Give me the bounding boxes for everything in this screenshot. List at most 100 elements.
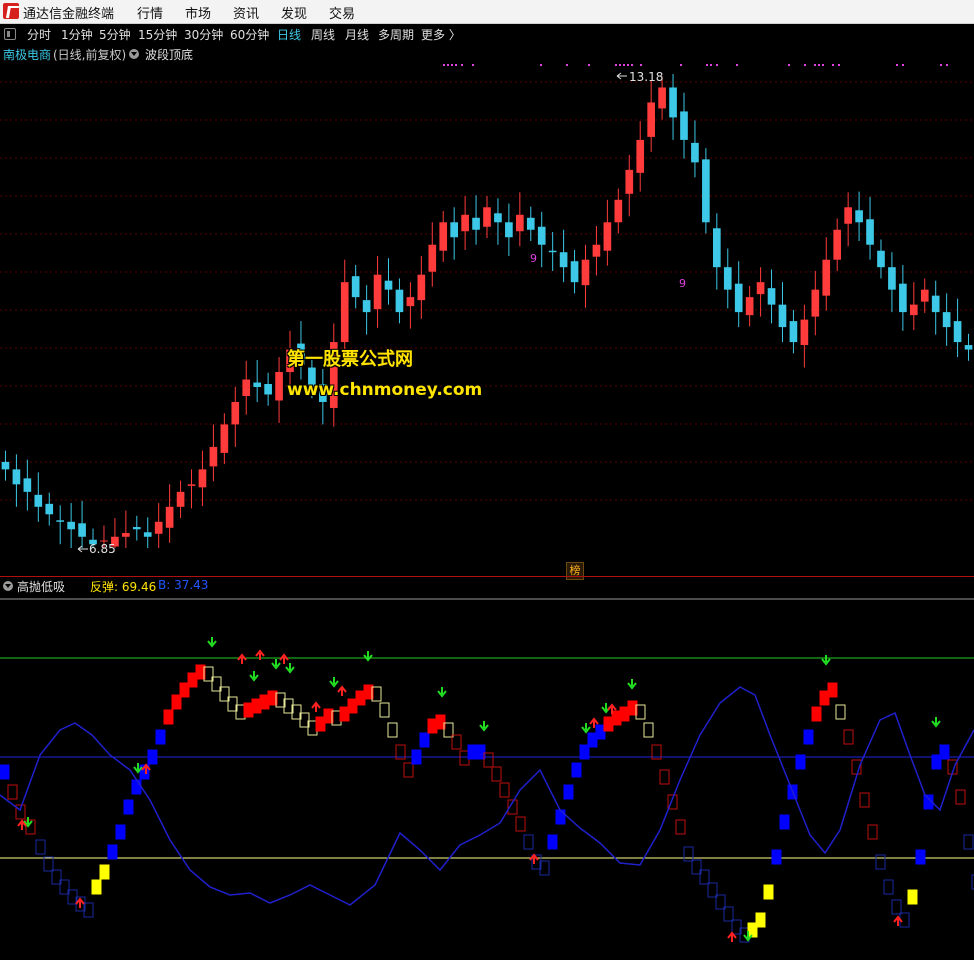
oscillator-block xyxy=(523,834,534,850)
candle-body xyxy=(143,532,152,537)
sell-arrow xyxy=(627,679,637,690)
candle-body xyxy=(505,222,513,238)
candle-body xyxy=(516,214,524,232)
oscillator-block xyxy=(843,729,854,745)
candle-body xyxy=(264,384,272,395)
oscillator-block xyxy=(163,709,174,725)
buy-arrow xyxy=(237,653,247,664)
candle-body xyxy=(220,424,229,453)
period-toolbar: 分时 1分钟 5分钟 15分钟 30分钟 60分钟 日线 周线 月线 多周期 更… xyxy=(0,24,974,44)
candle-body xyxy=(439,222,448,251)
candle-body xyxy=(789,321,798,343)
candle-body xyxy=(877,250,885,268)
candle-body xyxy=(384,280,393,290)
candle-body xyxy=(822,259,831,296)
candle-body xyxy=(800,319,809,346)
oscillator-block xyxy=(955,789,966,805)
oscillator-chart[interactable] xyxy=(0,595,974,960)
signal-dot xyxy=(902,64,904,66)
oscillator-block xyxy=(515,816,526,832)
candle-body xyxy=(647,102,655,137)
candle-body xyxy=(756,282,765,295)
main-indicator-name[interactable]: 波段顶底 xyxy=(145,46,193,63)
oscillator-block xyxy=(883,879,894,895)
period-daily[interactable]: 日线 xyxy=(277,26,301,43)
candle-body xyxy=(362,300,371,313)
oscillator-block xyxy=(115,824,126,840)
candle-body xyxy=(231,401,240,425)
candle-body xyxy=(909,304,918,316)
app-title: 通达信金融终端 xyxy=(23,7,115,22)
low-pointer xyxy=(77,545,88,553)
candle-body xyxy=(603,222,612,251)
legend-rebound: 反弹: 69.46 xyxy=(90,580,157,594)
signal-dot xyxy=(680,64,682,66)
candle-body xyxy=(899,283,907,313)
signal-dot xyxy=(716,64,718,66)
candle-body xyxy=(953,321,962,343)
candlestick-chart[interactable] xyxy=(0,62,974,577)
candle-body xyxy=(209,446,218,467)
oscillator-block xyxy=(939,744,950,760)
signal-dot xyxy=(566,64,568,66)
oscillator-block xyxy=(123,799,134,815)
adjust-mode: (日线,前复权) xyxy=(53,48,127,62)
period-1min[interactable]: 1分钟 xyxy=(61,26,93,43)
candle-body xyxy=(658,87,666,109)
period-tick[interactable]: 分时 xyxy=(27,26,51,43)
signal-dot xyxy=(443,64,445,66)
menu-quotes[interactable]: 行情 xyxy=(137,3,163,22)
oscillator-block xyxy=(779,814,790,830)
signal-dot xyxy=(623,64,625,66)
menu-market[interactable]: 市场 xyxy=(185,3,211,22)
candle-body xyxy=(931,295,940,313)
candle-body xyxy=(395,289,404,313)
menu-discover[interactable]: 发现 xyxy=(281,3,307,22)
oscillator-block xyxy=(0,764,10,780)
sell-arrow xyxy=(207,637,217,648)
stock-name[interactable]: 南极电商 xyxy=(3,46,51,63)
buy-arrow xyxy=(279,653,289,664)
oscillator-block xyxy=(7,784,18,800)
signal-dot xyxy=(447,64,449,66)
candle-body xyxy=(275,372,283,401)
sell-arrow xyxy=(931,717,941,728)
oscillator-block xyxy=(827,682,838,698)
candle-body xyxy=(472,217,480,230)
candle-body xyxy=(78,523,86,537)
menu-trade[interactable]: 交易 xyxy=(329,3,355,22)
oscillator-block xyxy=(963,834,974,850)
indicator-dropdown-icon[interactable] xyxy=(129,49,139,59)
candle-body xyxy=(132,527,141,530)
oscillator-block xyxy=(803,729,814,745)
oscillator-block xyxy=(387,722,398,738)
oscillator-block xyxy=(675,819,686,835)
signal-dot xyxy=(736,64,738,66)
sell-arrow xyxy=(329,677,339,688)
period-more[interactable]: 更多 〉 xyxy=(421,26,461,43)
candle-body xyxy=(734,283,743,313)
period-15min[interactable]: 15分钟 xyxy=(138,26,177,43)
candle-body xyxy=(340,282,349,343)
period-multi[interactable]: 多周期 xyxy=(378,26,414,43)
period-monthly[interactable]: 月线 xyxy=(345,26,369,43)
candle-body xyxy=(636,139,645,173)
candle-body xyxy=(811,289,820,317)
sub-indicator-name[interactable]: 高抛低吸 xyxy=(17,578,65,595)
oscillator-block xyxy=(379,702,390,718)
buy-arrow xyxy=(337,685,347,696)
candle-body xyxy=(198,469,207,488)
candle-body xyxy=(373,274,382,310)
panel-toggle-icon[interactable] xyxy=(4,28,16,40)
candle-body xyxy=(1,461,10,470)
period-60min[interactable]: 60分钟 xyxy=(230,26,269,43)
oscillator-block xyxy=(915,849,926,865)
menu-news[interactable]: 资讯 xyxy=(233,3,259,22)
period-5min[interactable]: 5分钟 xyxy=(99,26,131,43)
candle-body xyxy=(942,312,951,328)
oscillator-block xyxy=(643,722,654,738)
sub-indicator-dropdown-icon[interactable] xyxy=(3,581,13,591)
period-30min[interactable]: 30分钟 xyxy=(184,26,223,43)
signal-dot xyxy=(540,64,542,66)
period-weekly[interactable]: 周线 xyxy=(311,26,335,43)
